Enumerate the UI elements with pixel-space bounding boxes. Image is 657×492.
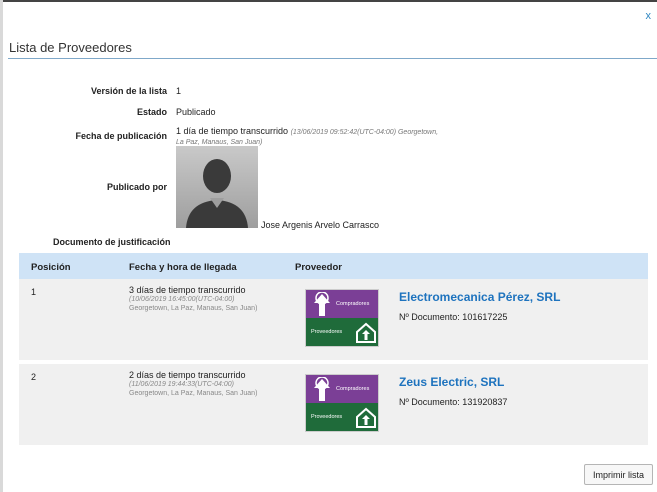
row-arrival: 2 días de tiempo transcurrido (11/06/201… — [129, 371, 257, 398]
house-icon — [356, 407, 376, 428]
badge-buyers-label: Compradores — [336, 301, 370, 307]
row-timezone: Georgetown, La Paz, Manaus, San Juan) — [129, 305, 258, 312]
row-elapsed: 2 días de tiempo transcurrido — [129, 370, 246, 380]
header-position: Posición — [31, 262, 71, 273]
supplier-list-modal: x Lista de Proveedores Versión de la lis… — [3, 0, 657, 492]
publication-stamp: (13/06/2019 09:52:42(UTC-04:00) Georgeto… — [290, 129, 439, 136]
row-arrival: 3 días de tiempo transcurrido (10/06/201… — [129, 286, 257, 313]
version-label: Versión de la lista — [90, 86, 167, 96]
row-stamp: (10/06/2019 16:45:00(UTC-04:00) — [129, 296, 235, 303]
supplier-link[interactable]: Zeus Electric, SRL — [399, 375, 504, 389]
print-list-button[interactable]: Imprimir lista — [584, 464, 653, 485]
house-icon — [356, 322, 376, 343]
publication-date-label: Fecha de publicación — [75, 131, 167, 141]
header-arrival: Fecha y hora de llegada — [129, 262, 237, 273]
badge-buyers: Compradores — [306, 375, 378, 403]
row-position: 1 — [31, 287, 37, 297]
arrow-up-icon — [314, 377, 330, 401]
badge-suppliers: Proveedores — [306, 403, 378, 431]
status-label: Estado — [136, 107, 167, 117]
justification-label: Documento de justificación — [53, 237, 171, 247]
publication-timezone: La Paz, Manaus, San Juan) — [176, 139, 263, 146]
badge-suppliers: Proveedores — [306, 318, 378, 346]
header-supplier: Proveedor — [295, 262, 342, 273]
row-timezone: Georgetown, La Paz, Manaus, San Juan) — [129, 390, 258, 397]
version-value: 1 — [176, 86, 182, 96]
close-button[interactable]: x — [646, 10, 652, 22]
supplier-table: Posición Fecha y hora de llegada Proveed… — [19, 253, 648, 445]
status-value: Publicado — [176, 107, 216, 117]
table-row: 1 3 días de tiempo transcurrido (10/06/2… — [19, 279, 648, 360]
supplier-badge: Compradores Proveedores — [305, 374, 379, 432]
row-elapsed: 3 días de tiempo transcurrido — [129, 285, 246, 295]
publication-date-value: 1 día de tiempo transcurrido (13/06/2019… — [176, 126, 438, 146]
title-divider — [8, 58, 657, 59]
row-position: 2 — [31, 372, 37, 382]
supplier-document: Nº Documento: 101617225 — [399, 312, 508, 322]
avatar — [176, 146, 258, 228]
user-silhouette-icon — [186, 159, 248, 228]
publisher-name: Jose Argenis Arvelo Carrasco — [261, 220, 380, 230]
badge-buyers: Compradores — [306, 290, 378, 318]
modal-title: Lista de Proveedores — [9, 40, 132, 55]
supplier-badge: Compradores Proveedores — [305, 289, 379, 347]
arrow-up-icon — [314, 292, 330, 316]
badge-buyers-label: Compradores — [336, 386, 370, 392]
badge-suppliers-label: Proveedores — [311, 329, 343, 335]
table-row: 2 2 días de tiempo transcurrido (11/06/2… — [19, 364, 648, 445]
table-header: Posición Fecha y hora de llegada Proveed… — [19, 253, 648, 279]
supplier-document: Nº Documento: 131920837 — [399, 397, 508, 407]
badge-suppliers-label: Proveedores — [311, 414, 343, 420]
supplier-link[interactable]: Electromecanica Pérez, SRL — [399, 290, 560, 304]
published-by-label: Publicado por — [106, 182, 167, 192]
row-stamp: (11/06/2019 19:44:33(UTC-04:00) — [129, 381, 234, 388]
publication-elapsed: 1 día de tiempo transcurrido — [176, 126, 289, 136]
